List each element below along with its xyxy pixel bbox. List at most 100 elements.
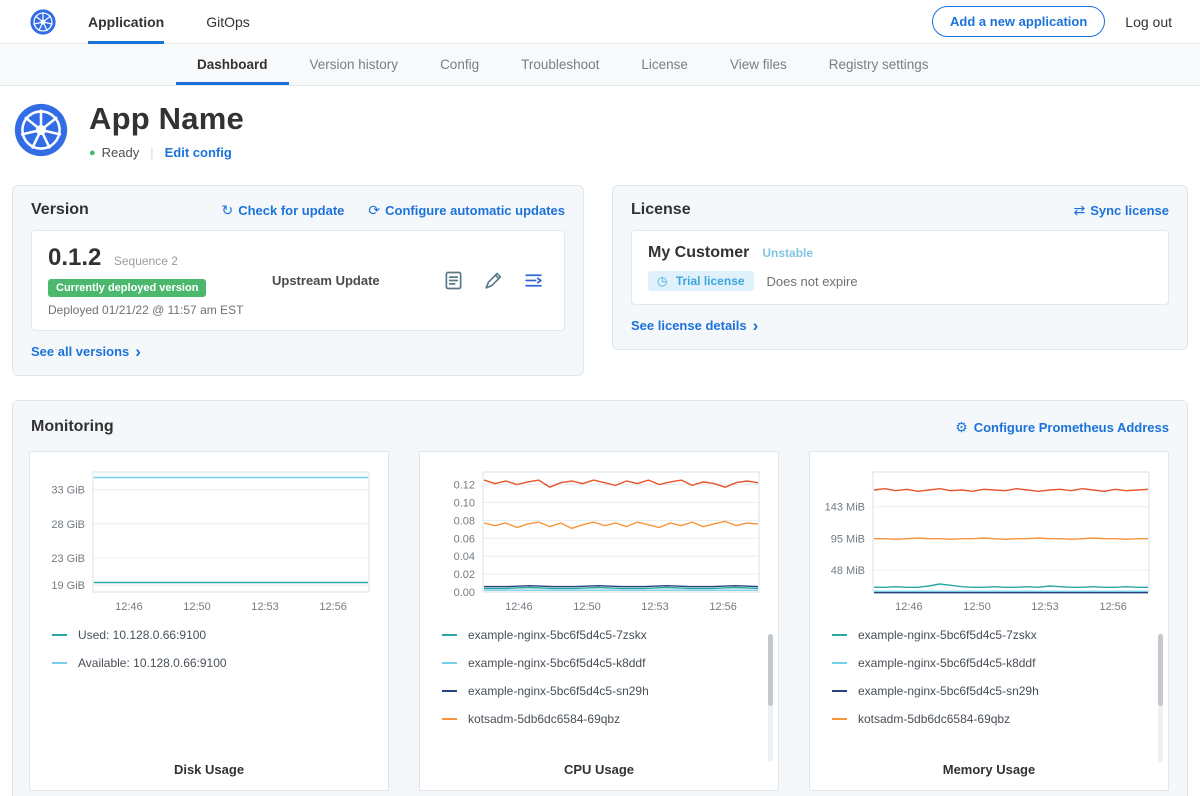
svg-text:12:50: 12:50 [573,601,601,613]
cards-row: Version ↻ Check for update ⟳ Configure a… [0,175,1200,376]
legend-item: example-nginx-5bc6f5d4c5-sn29h [832,684,1159,698]
check-for-update-link[interactable]: ↻ Check for update [221,202,344,219]
see-license-details-link[interactable]: See license details › [613,305,1187,349]
tab-gitops[interactable]: GitOps [206,0,250,44]
svg-text:12:53: 12:53 [251,601,279,613]
svg-text:12:50: 12:50 [183,601,211,613]
svg-text:12:46: 12:46 [895,601,923,613]
app-status-row: ● Ready | Edit config [89,145,244,160]
svg-text:12:46: 12:46 [505,601,533,613]
app-header: App Name ● Ready | Edit config [0,86,1200,175]
logout-link[interactable]: Log out [1125,14,1172,30]
legend-item: example-nginx-5bc6f5d4c5-7zskx [832,628,1159,642]
preflight-checks-icon[interactable] [483,270,504,291]
legend-color-dash [442,662,457,664]
tab-application[interactable]: Application [88,0,164,44]
legend-label: example-nginx-5bc6f5d4c5-k8ddf [858,656,1035,670]
monitoring-card: Monitoring ⚙ Configure Prometheus Addres… [12,400,1188,796]
release-notes-icon[interactable] [443,270,464,291]
deployed-timestamp: Deployed 01/21/22 @ 11:57 am EST [48,303,272,317]
legend-label: kotsadm-5db6dc6584-69qbz [468,712,620,726]
svg-text:12:56: 12:56 [709,601,737,613]
svg-text:0.06: 0.06 [454,533,475,545]
legend-item: kotsadm-5db6dc6584-69qbz [442,712,769,726]
disk-usage-legend: Used: 10.128.0.66:9100Available: 10.128.… [52,628,379,670]
legend-color-dash [52,634,67,636]
trial-license-badge: ◷ Trial license [648,271,754,291]
legend-color-dash [832,662,847,664]
legend-color-dash [442,634,457,636]
legend-label: kotsadm-5db6dc6584-69qbz [858,712,1010,726]
edit-config-link[interactable]: Edit config [165,145,232,160]
svg-text:95 MiB: 95 MiB [831,534,865,546]
svg-text:0.02: 0.02 [454,569,475,581]
chart-title: Disk Usage [39,762,379,777]
license-card: License ⇄ Sync license My Customer Unsta… [612,185,1188,350]
chevron-right-icon: › [753,319,759,332]
tab-troubleshoot[interactable]: Troubleshoot [500,44,620,85]
svg-text:12:46: 12:46 [115,601,143,613]
expiry-text: Does not expire [767,274,858,289]
status-text: Ready [102,145,140,160]
charts-row: 19 GiB23 GiB28 GiB33 GiB12:4612:5012:531… [29,451,1171,791]
legend-color-dash [52,662,67,664]
license-card-title: License [631,201,691,219]
customer-name: My Customer [648,244,749,262]
legend-color-dash [442,690,457,692]
refresh-icon: ↻ [221,202,233,219]
app-logo [14,103,68,157]
legend-label: example-nginx-5bc6f5d4c5-7zskx [858,628,1037,642]
legend-color-dash [832,634,847,636]
monitoring-title: Monitoring [31,418,114,436]
tab-license[interactable]: License [620,44,709,85]
svg-text:0.08: 0.08 [454,515,475,527]
gear-icon: ⚙ [955,419,968,436]
cpu-usage-panel: 0.00 0.02 0.04 0.06 0.08 0.10 0.12 12:46 12:50 12… [419,451,779,791]
svg-text:0.00: 0.00 [454,587,475,599]
kubernetes-logo [30,9,56,35]
tab-registry-settings[interactable]: Registry settings [808,44,950,85]
channel-label: Unstable [762,246,813,260]
sync-icon: ⇄ [1073,202,1085,219]
tab-view-files[interactable]: View files [709,44,808,85]
chart-title: CPU Usage [429,762,769,777]
tab-config[interactable]: Config [419,44,500,85]
tab-version-history[interactable]: Version history [289,44,420,85]
legend-label: example-nginx-5bc6f5d4c5-7zskx [468,628,647,642]
view-diff-icon[interactable] [523,270,544,291]
svg-text:12:50: 12:50 [963,601,991,613]
svg-text:0.12: 0.12 [454,480,475,492]
legend-item: Used: 10.128.0.66:9100 [52,628,379,642]
legend-label: example-nginx-5bc6f5d4c5-sn29h [858,684,1039,698]
upstream-update-label: Upstream Update [272,273,380,288]
clock-icon: ◷ [657,274,667,288]
disk-usage-chart: 19 GiB23 GiB28 GiB33 GiB12:4612:5012:531… [39,464,379,616]
auto-update-icon: ⟳ [368,202,380,219]
license-info-box: My Customer Unstable ◷ Trial license Doe… [631,230,1169,305]
see-all-versions-link[interactable]: See all versions › [13,331,583,375]
add-application-button[interactable]: Add a new application [932,6,1105,37]
svg-text:0.10: 0.10 [454,497,475,509]
configure-prometheus-link[interactable]: ⚙ Configure Prometheus Address [955,419,1169,436]
disk-usage-panel: 19 GiB23 GiB28 GiB33 GiB12:4612:5012:531… [29,451,389,791]
sync-license-link[interactable]: ⇄ Sync license [1073,202,1169,219]
cpu-usage-chart: 0.00 0.02 0.04 0.06 0.08 0.10 0.12 12:46 12:50 12… [429,464,769,616]
svg-text:0.04: 0.04 [454,551,475,563]
legend-color-dash [832,718,847,720]
top-navbar: Application GitOps Add a new application… [0,0,1200,44]
memory-usage-panel: 48 MiB95 MiB143 MiB12:4612:5012:5312:56 … [809,451,1169,791]
status-dot-icon: ● [89,147,96,159]
memory-usage-chart: 48 MiB95 MiB143 MiB12:4612:5012:5312:56 [819,464,1159,616]
svg-text:28 GiB: 28 GiB [51,519,85,531]
legend-color-dash [832,690,847,692]
deployed-badge: Currently deployed version [48,279,206,297]
svg-text:143 MiB: 143 MiB [825,502,865,514]
memory-usage-legend: example-nginx-5bc6f5d4c5-7zskx example-ng… [832,628,1159,726]
tab-dashboard[interactable]: Dashboard [176,44,289,85]
chevron-right-icon: › [135,345,141,358]
version-card: Version ↻ Check for update ⟳ Configure a… [12,185,584,376]
configure-automatic-updates-link[interactable]: ⟳ Configure automatic updates [368,202,565,219]
legend-scrollbar[interactable] [1158,634,1163,762]
legend-scrollbar[interactable] [768,634,773,762]
chart-title: Memory Usage [819,762,1159,777]
